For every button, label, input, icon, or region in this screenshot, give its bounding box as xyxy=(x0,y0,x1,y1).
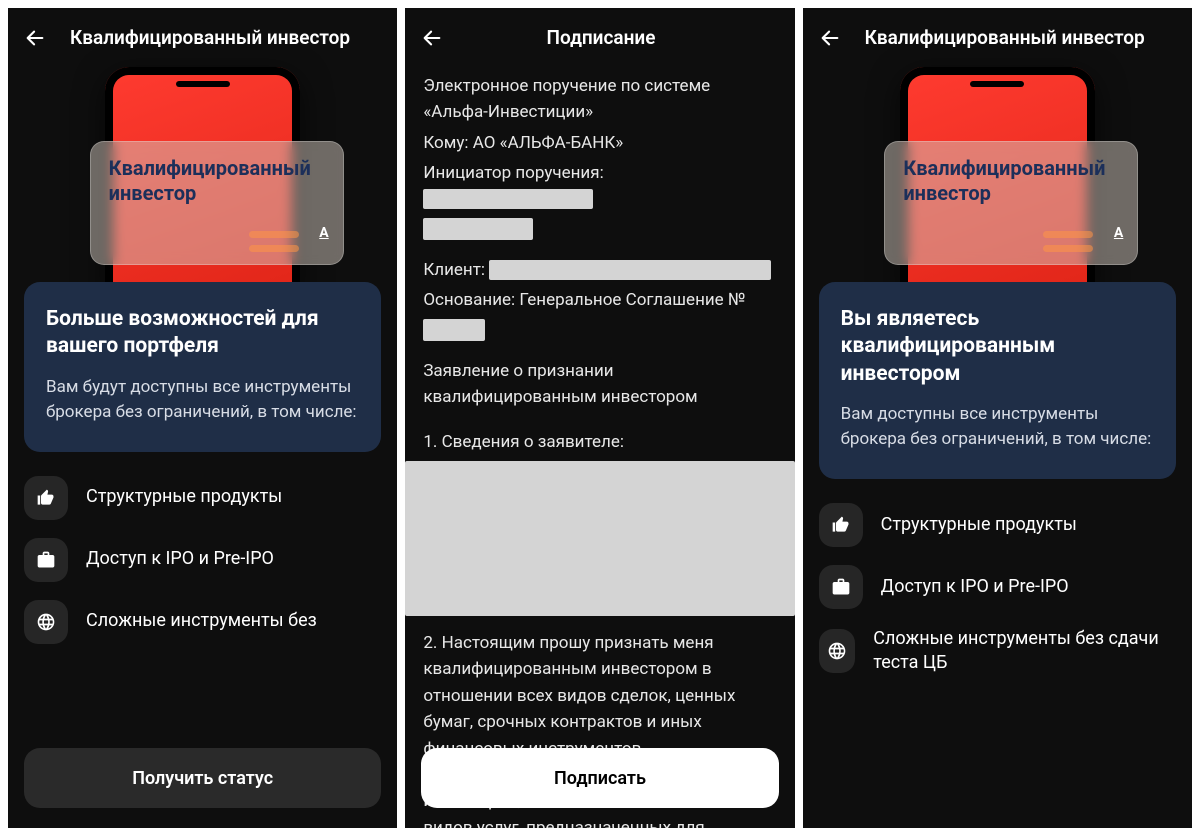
button-label: Получить статус xyxy=(132,768,273,789)
briefcase-icon xyxy=(819,565,863,609)
feature-item-complex: Сложные инструменты без xyxy=(24,600,381,644)
feature-item-structured: Структурные продукты xyxy=(819,503,1176,547)
header: Квалифицированный инвестор xyxy=(8,8,397,67)
feature-label: Структурные продукты xyxy=(881,513,1077,537)
redacted-text xyxy=(423,189,593,209)
header: Подписание xyxy=(405,8,794,67)
redacted-text xyxy=(423,319,485,341)
status-card: Квалифицированный инвестор A xyxy=(90,141,344,265)
document-body[interactable]: Электронное поручение по системе «Альфа-… xyxy=(405,67,794,828)
page-title: Квалифицированный инвестор xyxy=(70,26,350,49)
redacted-text xyxy=(489,260,771,280)
header: Квалифицированный инвестор xyxy=(803,8,1192,67)
page-title: Подписание xyxy=(547,26,656,49)
back-icon[interactable] xyxy=(421,27,443,49)
status-card-label: Квалифицированный инвестор xyxy=(109,156,311,205)
feature-list: Структурные продукты Доступ к IPO и Pre-… xyxy=(8,452,397,644)
panel-subtitle: Вам доступны все инструменты брокера без… xyxy=(841,402,1154,453)
sign-button[interactable]: Подписать xyxy=(421,748,778,808)
alpha-logo-icon: A xyxy=(319,225,328,243)
feature-item-ipo: Доступ к IPO и Pre-IPO xyxy=(24,538,381,582)
get-status-button[interactable]: Получить статус xyxy=(24,748,381,808)
feature-item-ipo: Доступ к IPO и Pre-IPO xyxy=(819,565,1176,609)
panel-subtitle: Вам будут доступны все инструменты броке… xyxy=(46,375,359,426)
back-icon[interactable] xyxy=(819,27,841,49)
doc-line-initiator: Инициатор поручения: xyxy=(423,160,776,213)
feature-label: Структурные продукты xyxy=(86,485,282,509)
hero-illustration: Квалифицированный инвестор A xyxy=(803,67,1192,292)
page-title: Квалифицированный инвестор xyxy=(865,26,1145,49)
feature-item-structured: Структурные продукты xyxy=(24,476,381,520)
feature-label: Доступ к IPO и Pre-IPO xyxy=(86,547,274,571)
redacted-block xyxy=(405,461,794,616)
doc-line-basis: Основание: Генеральное Соглашение № xyxy=(423,287,776,313)
hero-illustration: Квалифицированный инвестор A xyxy=(8,67,397,292)
briefcase-icon xyxy=(24,538,68,582)
alpha-logo-icon: A xyxy=(1114,225,1123,243)
status-card: Квалифицированный инвестор A xyxy=(884,141,1138,265)
card-lines-icon xyxy=(1043,231,1093,238)
feature-label: Сложные инструменты без xyxy=(86,609,317,633)
doc-section1-title: 1. Сведения о заявителе: xyxy=(423,429,776,455)
feature-item-complex: Сложные инструменты без сдачи теста ЦБ xyxy=(819,627,1176,676)
info-panel: Вы являетесь квалифицированным инвесторо… xyxy=(819,282,1176,479)
feature-label: Доступ к IPO и Pre-IPO xyxy=(881,575,1069,599)
feature-label: Сложные инструменты без сдачи теста ЦБ xyxy=(873,627,1176,676)
doc-statement: Заявление о признании квалифицированным … xyxy=(423,358,776,411)
screen-intro: Квалифицированный инвестор Квалифицирова… xyxy=(8,8,397,828)
doc-line-to: Кому: АО «АЛЬФА-БАНК» xyxy=(423,130,776,156)
panel-title: Больше возможностей для вашего портфеля xyxy=(46,306,359,361)
redacted-text xyxy=(423,218,533,240)
doc-line-client: Клиент: xyxy=(423,257,776,283)
thumbs-up-icon xyxy=(24,476,68,520)
back-icon[interactable] xyxy=(24,27,46,49)
info-panel: Больше возможностей для вашего портфеля … xyxy=(24,282,381,452)
doc-line-system: Электронное поручение по системе «Альфа-… xyxy=(423,73,776,126)
status-card-label: Квалифицированный инвестор xyxy=(903,156,1105,205)
globe-icon xyxy=(24,600,68,644)
globe-icon xyxy=(819,629,856,673)
screen-confirmed: Квалифицированный инвестор Квалифицирова… xyxy=(803,8,1192,828)
thumbs-up-icon xyxy=(819,503,863,547)
screen-signing: Подписание Электронное поручение по сист… xyxy=(405,8,794,828)
button-label: Подписать xyxy=(554,768,646,789)
card-lines-icon xyxy=(249,231,299,238)
panel-title: Вы являетесь квалифицированным инвесторо… xyxy=(841,306,1154,388)
feature-list: Структурные продукты Доступ к IPO и Pre-… xyxy=(803,479,1192,676)
